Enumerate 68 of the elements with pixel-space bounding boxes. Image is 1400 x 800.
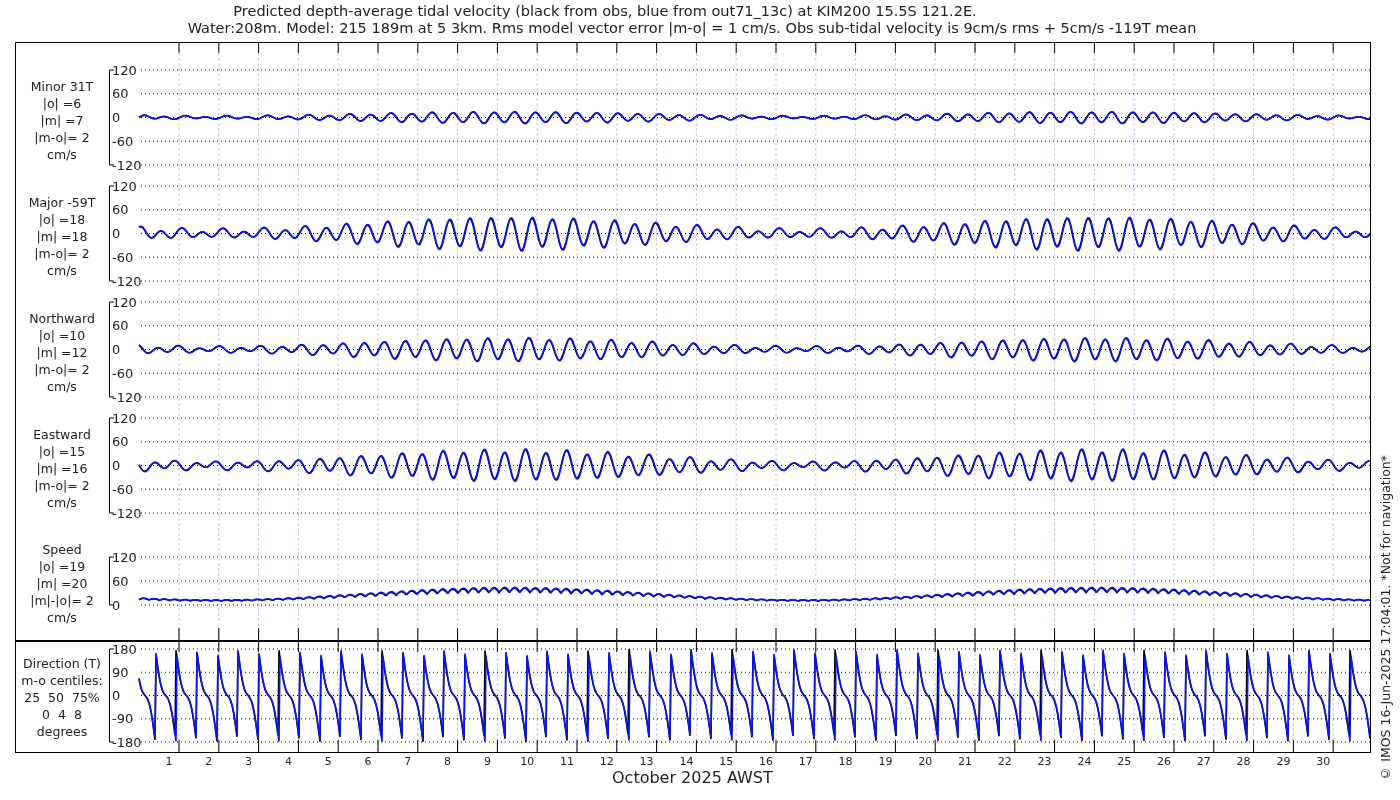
axis-tick-label: 0 <box>112 342 121 357</box>
x-tick-label: 20 <box>918 755 933 768</box>
x-tick-label: 24 <box>1077 755 1092 768</box>
axis-tick-label: -180 <box>112 734 142 750</box>
x-tick-label: 22 <box>997 755 1012 768</box>
axis-tick-label: -60 <box>112 133 134 149</box>
x-tick-label: 11 <box>560 755 574 768</box>
axis-tick-label: 120 <box>112 62 137 78</box>
axis-tick-label: -120 <box>112 505 142 521</box>
x-tick-label: 19 <box>878 755 893 768</box>
x-tick-label: 29 <box>1276 755 1291 768</box>
axis-tick-label: -60 <box>112 249 134 265</box>
x-tick-label: 21 <box>958 755 972 768</box>
axis-tick-label: 0 <box>112 597 121 613</box>
x-tick-label: 7 <box>404 755 412 768</box>
axis-tick-label: 120 <box>112 410 137 426</box>
x-tick-label: 15 <box>719 755 734 768</box>
axis-tick-label: -60 <box>112 481 134 497</box>
axis-tick-label: 0 <box>112 458 121 473</box>
axis-tick-label: 120 <box>112 549 137 565</box>
x-tick-label: 1 <box>165 755 173 768</box>
x-tick-label: 23 <box>1037 755 1052 768</box>
x-tick-label: 14 <box>679 755 694 768</box>
x-tick-label: 8 <box>444 755 452 768</box>
panel-label: Northward |o| =10 |m| =12 |m-o|= 2 cm/s <box>28 309 96 395</box>
x-tick-label: 18 <box>838 755 853 768</box>
panel-label: Direction (T) m-o centiles: 25 50 75% 0 4 8 degrees <box>20 654 104 740</box>
x-tick-label: 16 <box>759 755 773 768</box>
axis-tick-label: 60 <box>112 318 129 334</box>
x-tick-label: 26 <box>1157 755 1171 768</box>
axis-tick-label: -90 <box>112 711 134 727</box>
axis-tick-label: -60 <box>112 365 134 381</box>
axis-tick-label: -120 <box>112 389 142 405</box>
panel-label: Minor 31T |o| =6 |m| =7 |m-o|= 2 cm/s <box>29 77 95 163</box>
axis-tick-label: 180 <box>112 641 137 657</box>
axis-tick-label: 90 <box>112 664 129 680</box>
x-tick-label: 10 <box>520 755 535 768</box>
x-tick-label: 28 <box>1236 755 1251 768</box>
axis-tick-label: -120 <box>112 157 142 173</box>
x-tick-label: 17 <box>798 755 813 768</box>
x-tick-label: 30 <box>1316 755 1331 768</box>
x-tick-label: 2 <box>205 755 213 768</box>
x-tick-label: 9 <box>483 755 491 768</box>
panel-label: Major -59T |o| =18 |m| =18 |m-o|= 2 cm/s <box>27 193 97 279</box>
x-tick-label: 5 <box>324 755 332 768</box>
chart-title: Predicted depth-average tidal velocity (black from obs, blue from out71_13c) at KIM200 15.5S 121.2E. Water:208m. Model: 215 189m at 5 3km. Rms model vector error |m-o| = 1 cm/s. Obs sub-tidal velocity is 9cm/s rms + 5cm/s -119T mean <box>186 2 1198 39</box>
x-axis-title: October 2025 AWST <box>612 769 773 787</box>
axis-tick-label: 60 <box>112 202 129 218</box>
axis-tick-label: 0 <box>112 226 121 241</box>
axis-tick-label: -120 <box>112 273 142 289</box>
axis-tick-label: 0 <box>112 688 121 703</box>
axis-tick-label: 120 <box>112 294 137 310</box>
x-tick-label: 4 <box>284 755 292 768</box>
x-tick-label: 25 <box>1117 755 1132 768</box>
x-tick-label: 13 <box>639 755 654 768</box>
panel-label: Speed |o| =19 |m| =20 |m|-|o|= 2 cm/s <box>29 540 95 626</box>
panel-label: Eastward |o| =15 |m| =16 |m-o|= 2 cm/s <box>32 425 92 511</box>
axis-tick-label: 60 <box>112 86 129 102</box>
axis-tick-label: 60 <box>112 573 129 589</box>
x-tick-label: 6 <box>364 755 372 768</box>
y-axis <box>109 556 115 606</box>
axis-tick-label: 60 <box>112 434 129 450</box>
x-tick-label: 3 <box>245 755 253 768</box>
axis-tick-label: 120 <box>112 178 137 194</box>
x-tick-label: 27 <box>1196 755 1211 768</box>
x-tick-label: 12 <box>599 755 614 768</box>
copyright-footnote: © IMOS 16-Jun-2025 17:04:01. *Not for navigation* <box>1378 455 1393 781</box>
axis-tick-label: 0 <box>112 110 121 125</box>
